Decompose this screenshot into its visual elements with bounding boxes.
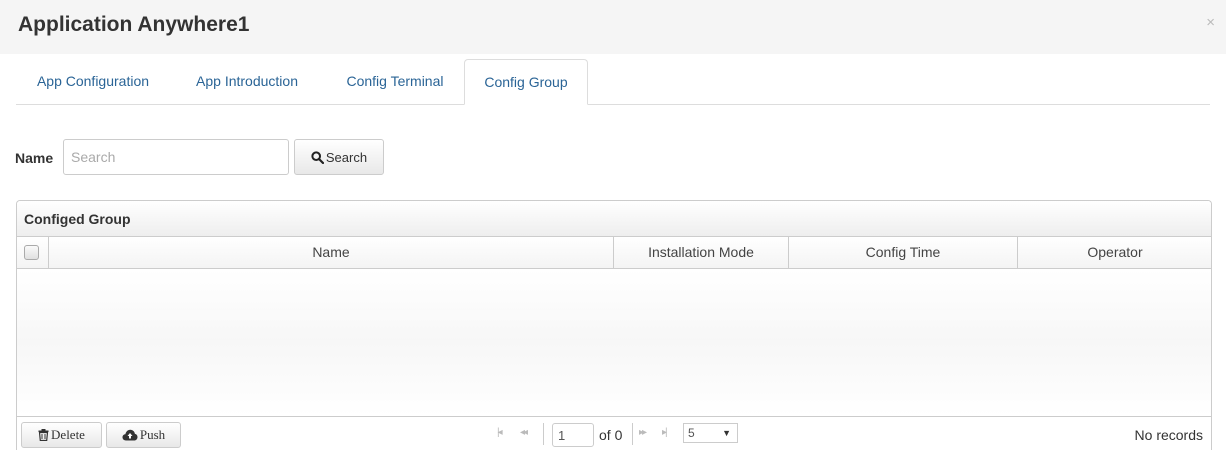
tab-config-group[interactable]: Config Group [464,59,588,105]
next-page-icon[interactable]: ▸▸ [639,427,647,438]
tab-bar: App Configuration App Introduction Confi… [16,59,1210,105]
dialog-title: Application Anywhere1 [18,13,250,36]
column-header-name[interactable]: Name [49,237,614,268]
search-name-label: Name [15,150,54,166]
prev-page-icon[interactable]: ◂◂ [520,427,528,438]
pager-separator [632,423,633,445]
delete-button[interactable]: Delete [21,422,102,448]
configed-group-grid: Configed Group Name Installation Mode Co… [16,200,1212,450]
grid-body [17,269,1211,416]
cloud-upload-icon [122,429,138,441]
delete-button-label: Delete [51,427,85,442]
close-icon[interactable]: × [1206,14,1215,31]
pager-separator [543,423,544,445]
push-button-label: Push [139,427,166,442]
tab-app-configuration[interactable]: App Configuration [16,59,170,104]
first-page-icon[interactable]: |◂ [497,427,502,438]
records-info: No records [1134,427,1203,443]
tab-config-terminal[interactable]: Config Terminal [324,59,466,104]
page-number-input[interactable] [552,423,594,447]
search-input[interactable] [63,139,289,175]
select-all-cell [17,237,49,268]
tab-app-introduction[interactable]: App Introduction [176,59,318,104]
chevron-down-icon: ▼ [722,428,731,438]
search-button[interactable]: Search [294,139,384,175]
rows-per-page-value: 5 [688,426,695,440]
push-button[interactable]: Push [106,422,181,448]
grid-header-row: Name Installation Mode Config Time Opera… [17,237,1211,269]
column-header-config-time[interactable]: Config Time [789,237,1018,268]
search-button-label: Search [325,149,368,165]
page-count-text: of 0 [599,427,623,443]
grid-pager: Delete Push |◂ ◂◂ of 0 ▸▸ ▸| 5 ▼ No reco… [17,416,1211,450]
select-all-checkbox[interactable] [24,245,39,260]
trash-icon [38,429,49,441]
column-header-operator[interactable]: Operator [1018,237,1211,268]
dialog-header: Application Anywhere1 × [0,0,1226,54]
column-header-installation-mode[interactable]: Installation Mode [614,237,789,268]
last-page-icon[interactable]: ▸| [662,427,667,438]
grid-caption: Configed Group [17,201,1211,237]
search-icon [311,150,324,164]
rows-per-page-select[interactable]: 5 ▼ [683,423,738,443]
